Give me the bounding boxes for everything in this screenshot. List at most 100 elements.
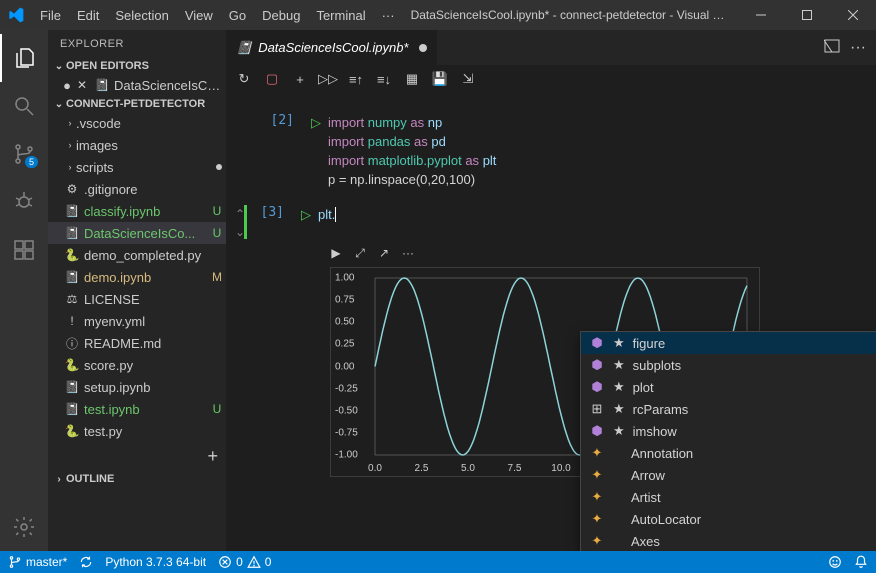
star-icon: ★	[613, 335, 625, 351]
sync-icon	[79, 555, 93, 569]
tab-notebook[interactable]: 📓 DataScienceIsCool.ipynb*	[226, 30, 438, 65]
menu-debug[interactable]: Debug	[254, 0, 308, 30]
file-row[interactable]: 📓demo.ipynbM	[48, 266, 226, 288]
activity-debug[interactable]	[0, 178, 48, 226]
interrupt-kernel-button[interactable]: ▢	[264, 71, 280, 87]
file-row[interactable]: 🐍score.py	[48, 354, 226, 376]
status-problems[interactable]: 0 0	[218, 555, 271, 569]
menu-edit[interactable]: Edit	[69, 0, 107, 30]
status-branch[interactable]: master*	[8, 555, 67, 569]
modified-dot-icon	[216, 164, 222, 170]
folder-row[interactable]: ›scripts	[48, 156, 226, 178]
intellisense-popup[interactable]: ⬢★figureⓘ⬢★subplots⬢★plot⊞★rcParams⬢★ims…	[580, 331, 876, 551]
suggest-item[interactable]: ✦Arrow	[581, 464, 876, 486]
activity-search[interactable]	[0, 82, 48, 130]
menu-overflow[interactable]: ···	[374, 8, 403, 23]
code-cell-3[interactable]: ⌃⌄ [3] ▷ plt.	[226, 205, 876, 239]
suggest-label: Arrow	[631, 468, 665, 483]
suggest-item[interactable]: ✦AutoLocator	[581, 508, 876, 530]
run-all-button[interactable]: ▷▷	[320, 71, 336, 87]
file-row[interactable]: 📓classify.ipynbU	[48, 200, 226, 222]
code-cell-2[interactable]: [2] ▷ import numpy as np import pandas a…	[226, 113, 876, 189]
cell-code[interactable]: import numpy as np import pandas as pd i…	[328, 113, 876, 189]
search-icon	[12, 94, 36, 118]
window-close-button[interactable]	[830, 0, 876, 30]
git-status: U	[208, 402, 226, 416]
activity-extensions[interactable]	[0, 226, 48, 274]
section-open-editors[interactable]: ⌄OPEN EDITORS	[48, 58, 226, 74]
run-above-button[interactable]: ≡↑	[348, 71, 364, 87]
status-python[interactable]: Python 3.7.3 64-bit	[105, 555, 206, 569]
menu-file[interactable]: File	[32, 0, 69, 30]
window-maximize-button[interactable]	[784, 0, 830, 30]
file-type-icon: !	[64, 314, 80, 328]
run-cell-button[interactable]: ▷	[304, 113, 328, 189]
files-icon	[13, 46, 37, 70]
cell-collapse[interactable]	[226, 113, 254, 189]
split-editor-button[interactable]	[824, 38, 840, 57]
open-editor-item[interactable]: ● ✕ 📓 DataScienceIsCoo...	[48, 74, 226, 96]
export-button[interactable]: ⇲	[460, 71, 476, 87]
more-output-button[interactable]: ···	[400, 245, 416, 261]
star-icon: ★	[613, 423, 625, 439]
star-icon: ★	[613, 401, 625, 417]
menu-selection[interactable]: Selection	[107, 0, 176, 30]
goto-button[interactable]: ↗	[376, 245, 392, 261]
suggest-label: Artist	[631, 490, 661, 505]
suggest-item[interactable]: ⬢★subplots	[581, 354, 876, 376]
run-cell-button[interactable]: ▷	[294, 205, 318, 239]
file-row[interactable]: 📓test.ipynbU	[48, 398, 226, 420]
file-row[interactable]: ⚖LICENSE	[48, 288, 226, 310]
notebook-body: [2] ▷ import numpy as np import pandas a…	[226, 93, 876, 551]
git-status: U	[208, 204, 226, 218]
expand-output-button[interactable]: ⤢	[352, 245, 368, 261]
window-minimize-button[interactable]	[738, 0, 784, 30]
new-file-button[interactable]: +	[207, 446, 218, 467]
file-row[interactable]: ⓘREADME.md	[48, 332, 226, 354]
file-row[interactable]: 📓setup.ipynb	[48, 376, 226, 398]
file-label: test.py	[84, 424, 226, 439]
suggest-label: AutoLocator	[631, 512, 701, 527]
save-button[interactable]: 💾	[432, 71, 448, 87]
more-actions-button[interactable]: ···	[850, 39, 866, 57]
suggest-item[interactable]: ⊞★rcParams	[581, 398, 876, 420]
suggest-item[interactable]: ⬢★imshow	[581, 420, 876, 442]
file-row[interactable]: !myenv.yml	[48, 310, 226, 332]
activity-explorer[interactable]	[0, 34, 48, 82]
close-icon[interactable]: ✕	[74, 78, 90, 92]
suggest-item[interactable]: ✦Axes	[581, 530, 876, 551]
dirty-dot-icon: ●	[60, 78, 74, 93]
section-outline[interactable]: ›OUTLINE	[48, 471, 226, 487]
file-row[interactable]: 🐍demo_completed.py	[48, 244, 226, 266]
suggest-item[interactable]: ✦Annotation	[581, 442, 876, 464]
activity-settings[interactable]	[0, 503, 48, 551]
status-notifications[interactable]	[854, 555, 868, 569]
git-status: M	[208, 270, 226, 284]
menu-go[interactable]: Go	[221, 0, 254, 30]
status-feedback[interactable]	[828, 555, 842, 569]
suggest-item[interactable]: ⬢★figureⓘ	[581, 332, 876, 354]
add-cell-button[interactable]: +	[292, 71, 308, 87]
run-output-button[interactable]: ▶	[328, 245, 344, 261]
warning-icon	[247, 555, 261, 569]
status-sync[interactable]	[79, 555, 93, 569]
suggest-label: Annotation	[631, 446, 693, 461]
variables-button[interactable]: ▦	[404, 71, 420, 87]
suggest-item[interactable]: ⬢★plot	[581, 376, 876, 398]
file-row[interactable]: 🐍test.py	[48, 420, 226, 442]
suggest-kind-icon: ⬢	[589, 357, 605, 373]
menu-view[interactable]: View	[177, 0, 221, 30]
file-row[interactable]: ⚙.gitignore	[48, 178, 226, 200]
open-editor-label: DataScienceIsCoo...	[114, 78, 226, 93]
suggest-item[interactable]: ✦Artist	[581, 486, 876, 508]
run-below-button[interactable]: ≡↓	[376, 71, 392, 87]
menu-terminal[interactable]: Terminal	[308, 0, 373, 30]
folder-row[interactable]: ›images	[48, 134, 226, 156]
folder-row[interactable]: ›.vscode	[48, 112, 226, 134]
cell-code[interactable]: plt.	[318, 205, 876, 239]
section-folder[interactable]: ⌄CONNECT-PETDETECTOR	[48, 96, 226, 112]
restart-kernel-button[interactable]: ↻	[236, 71, 252, 87]
file-label: score.py	[84, 358, 226, 373]
activity-source-control[interactable]: 5	[0, 130, 48, 178]
file-row[interactable]: 📓DataScienceIsCo...U	[48, 222, 226, 244]
